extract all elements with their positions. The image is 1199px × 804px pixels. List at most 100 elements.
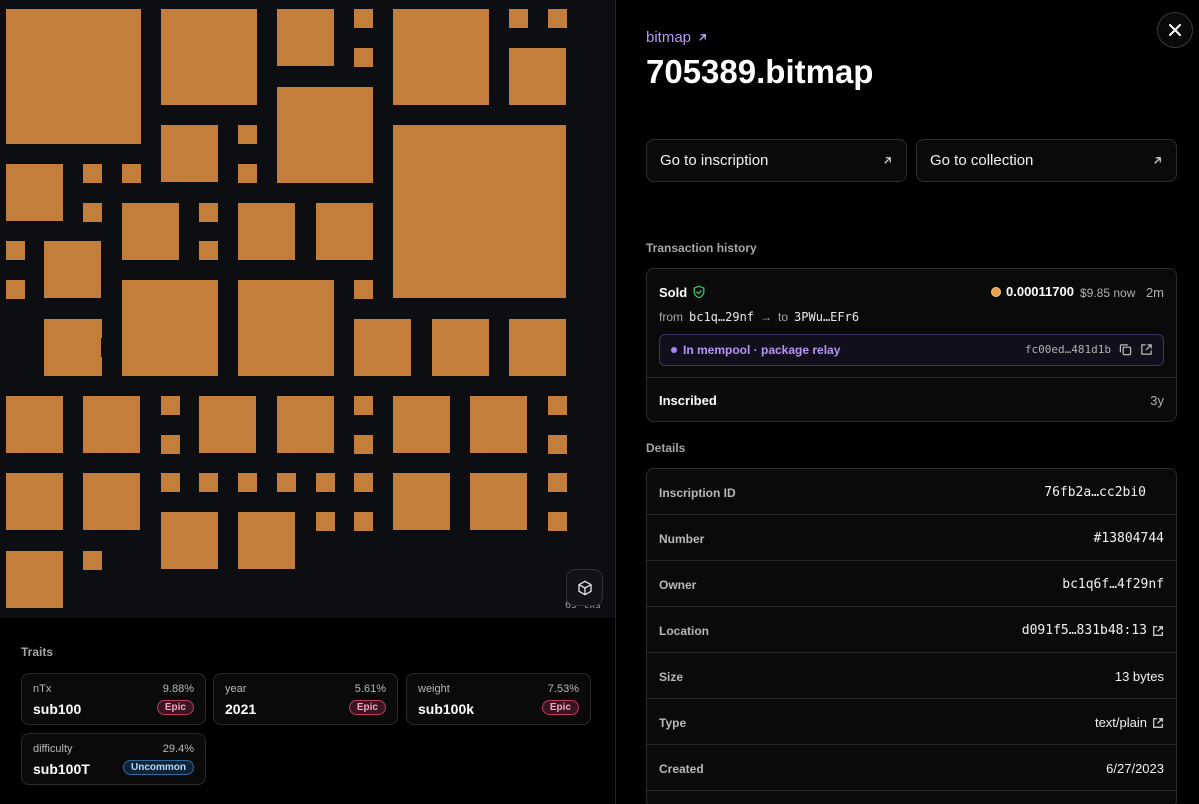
arrow-up-right-icon — [699, 34, 707, 41]
bitmap-block — [161, 473, 180, 492]
cube-icon — [577, 580, 592, 595]
bitmap-block — [393, 396, 450, 453]
inscription-id-value[interactable]: 76fb2a…cc2bi0 — [1044, 485, 1146, 500]
trait-value: sub100k — [418, 701, 475, 717]
bitmap-block — [316, 203, 373, 260]
go-to-collection-label: Go to collection — [930, 152, 1034, 169]
external-link-icon — [1153, 625, 1163, 636]
collection-link[interactable]: bitmap — [646, 29, 708, 46]
from-label: from — [659, 310, 683, 324]
bitmap-block — [83, 473, 140, 530]
go-to-collection-button[interactable]: Go to collection — [916, 139, 1177, 182]
bitmap-block — [354, 48, 373, 67]
trait-card-weight: weight 7.53% sub100k Epic — [406, 673, 591, 725]
bitmap-block — [354, 396, 373, 415]
price-usd: $9.85 now — [1080, 286, 1136, 300]
bitmap-block — [161, 125, 218, 182]
trait-name: weight — [418, 683, 450, 695]
rarity-badge: Epic — [156, 700, 194, 715]
arrow-right-icon: → — [760, 310, 773, 324]
bitmap-block — [509, 319, 566, 376]
number-value: #13804744 — [1093, 531, 1164, 546]
size-value: 13 bytes — [1114, 669, 1164, 684]
bitmap-block — [393, 125, 566, 298]
bitmap-block — [83, 551, 102, 570]
go-to-inscription-button[interactable]: Go to inscription — [646, 139, 907, 182]
detail-row-inscription-id: Inscription ID 76fb2a…cc2bi0 — [647, 469, 1176, 515]
mempool-txid: fc00ed…481d1b — [1024, 343, 1111, 356]
rarity-badge: Epic — [348, 700, 386, 715]
copy-icon[interactable] — [1119, 343, 1132, 356]
close-icon — [1169, 24, 1181, 36]
bitmap-block — [548, 512, 567, 531]
bitmap-preview — [0, 0, 615, 618]
bitmap-block — [277, 473, 296, 492]
bitmap-block — [548, 9, 567, 28]
bitmap-block — [354, 435, 373, 454]
verified-shield-icon — [693, 285, 705, 299]
bitmap-block — [6, 164, 63, 221]
detail-label: Created — [659, 762, 704, 776]
from-address[interactable]: bc1q…29nf — [689, 310, 754, 324]
detail-label: Type — [659, 716, 687, 730]
mempool-status-bar: In mempool · package relay fc00ed…481d1b — [659, 334, 1164, 366]
to-address[interactable]: 3PWu…EFr6 — [794, 310, 859, 324]
bitmap-block — [548, 435, 567, 454]
bitmap-block — [354, 280, 373, 299]
bitmap-block — [238, 280, 334, 376]
bitmap-block — [432, 319, 489, 376]
detail-label: Size — [659, 670, 684, 684]
page-title: 705389.bitmap — [646, 53, 874, 90]
sold-label: Sold — [659, 285, 688, 300]
detail-pane: bitmap 705389.bitmap Go to inscription G… — [615, 0, 1199, 804]
type-value: text/plain — [1094, 715, 1147, 730]
location-value: d091f5…831b48:13 — [1021, 623, 1147, 638]
bitmap-block — [354, 9, 373, 28]
trait-card-year: year 5.61% 2021 Epic — [213, 673, 398, 725]
bitmap-block — [354, 512, 373, 531]
bitmap-block — [199, 203, 218, 222]
divider — [647, 377, 1176, 378]
detail-row-size: Size 13 bytes — [647, 653, 1176, 699]
bitmap-block — [470, 473, 527, 530]
bitmap-block — [6, 241, 25, 260]
bitmap-block — [277, 396, 334, 453]
bitmap-block — [354, 473, 373, 492]
owner-value[interactable]: bc1q6f…4f29nf — [1062, 577, 1164, 592]
bitmap-block — [238, 512, 295, 569]
trait-percent: 29.4% — [162, 743, 194, 755]
trait-percent: 9.88% — [162, 683, 194, 695]
bitmap-block — [354, 319, 411, 376]
trait-percent: 7.53% — [547, 683, 579, 695]
trait-value: 2021 — [225, 701, 257, 717]
close-button[interactable] — [1157, 12, 1193, 48]
external-link-icon[interactable] — [1140, 343, 1153, 356]
bitmap-block — [393, 473, 450, 530]
bitmap-block — [277, 87, 373, 183]
inscribed-age: 3y — [1150, 393, 1164, 408]
sale-age: 2m — [1145, 285, 1164, 300]
trait-name: year — [225, 683, 247, 695]
arrow-up-right-icon — [1154, 157, 1161, 164]
detail-row-location: Location d091f5…831b48:13 — [647, 607, 1176, 653]
3d-view-button[interactable] — [566, 569, 603, 606]
bitmap-block — [161, 9, 257, 105]
bitmap-block — [6, 9, 141, 144]
detail-label: Owner — [659, 578, 697, 592]
location-link[interactable]: d091f5…831b48:13 — [1022, 623, 1164, 638]
transfer-route: from bc1q…29nf → to 3PWu…EFr6 — [659, 310, 859, 324]
price-btc: 0.00011700 — [1006, 284, 1074, 299]
bitmap-block — [238, 125, 257, 144]
detail-row-created: Created 6/27/2023 — [647, 745, 1176, 791]
type-link[interactable]: text/plain — [1095, 715, 1164, 730]
rarity-badge: Epic — [541, 700, 579, 715]
preview-pane: 65 txs Traits nTx 9.88% sub100 Epic year… — [0, 0, 615, 804]
collection-link-label: bitmap — [646, 29, 692, 46]
bitmap-block — [470, 396, 527, 453]
bitmap-block — [161, 435, 180, 454]
detail-label: Location — [659, 624, 709, 638]
bitmap-block — [393, 9, 489, 105]
created-value: 6/27/2023 — [1106, 761, 1164, 776]
pending-dot-icon — [671, 347, 677, 353]
external-link-icon — [1153, 717, 1163, 728]
